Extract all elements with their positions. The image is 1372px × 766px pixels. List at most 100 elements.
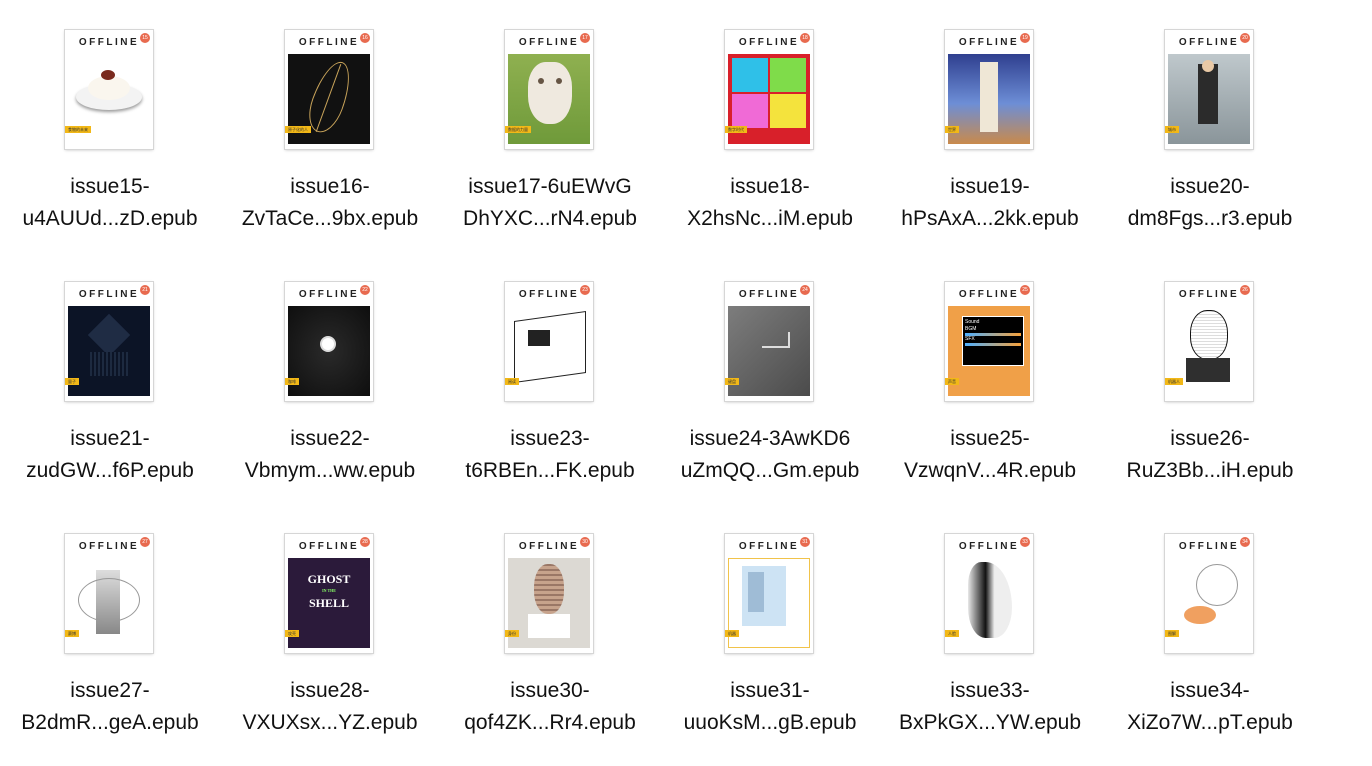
cover-tag: 身份 xyxy=(505,630,519,637)
shell-line2: IN THE xyxy=(322,588,336,593)
issue-number-badge: 31 xyxy=(800,537,810,547)
file-name-line2[interactable]: uuoKsM...gB.epub xyxy=(660,707,880,739)
cover-tag: 原子化的人 xyxy=(285,126,311,133)
file-item[interactable]: OFFLINE 28 GHOST IN THE SHELL 攻壳 issue28- VXUXs… xyxy=(220,504,440,756)
epub-thumbnail[interactable]: OFFLINE 15 食物的未来 xyxy=(65,30,153,149)
file-name-line1[interactable]: issue17-6uEWvG xyxy=(440,171,660,203)
epub-thumbnail[interactable]: OFFLINE 21 量子 xyxy=(65,282,153,401)
cover-art xyxy=(508,306,590,396)
issue-number-badge: 26 xyxy=(1240,285,1250,295)
file-item[interactable]: OFFLINE 16 原子化的人 issue16- ZvTaCe...9bx.epub xyxy=(220,0,440,252)
sound-title: Sound xyxy=(965,319,980,325)
file-name-line1[interactable]: issue31- xyxy=(660,675,880,707)
file-name-line2[interactable]: VXUXsx...YZ.epub xyxy=(220,707,440,739)
epub-thumbnail[interactable]: OFFLINE 33 人脸 xyxy=(945,534,1033,653)
file-item[interactable]: OFFLINE 26 机器人 issue26- RuZ3Bb...iH.epub xyxy=(1100,252,1320,504)
sound-bgm: BGM xyxy=(965,326,977,332)
epub-thumbnail[interactable]: OFFLINE 26 机器人 xyxy=(1165,282,1253,401)
epub-thumbnail[interactable]: OFFLINE 30 身份 xyxy=(505,534,593,653)
file-name-line2[interactable]: ZvTaCe...9bx.epub xyxy=(220,203,440,235)
file-item[interactable]: OFFLINE 30 身份 issue30- qof4ZK...Rr4.epub xyxy=(440,504,660,756)
issue-number-badge: 30 xyxy=(580,537,590,547)
file-name-line1[interactable]: issue33- xyxy=(880,675,1100,707)
shell-line1: GHOST xyxy=(307,572,351,586)
epub-thumbnail[interactable]: OFFLINE 22 咖啡 xyxy=(285,282,373,401)
file-item[interactable]: OFFLINE 15 食物的未来 issue15- u4AUUd...zD.epub xyxy=(0,0,220,252)
file-item[interactable]: OFFLINE 24 键盘 issue24-3AwKD6 uZmQQ...Gm.epub xyxy=(660,252,880,504)
epub-thumbnail[interactable]: OFFLINE 20 城市 xyxy=(1165,30,1253,149)
epub-thumbnail[interactable]: OFFLINE 19 世界 xyxy=(945,30,1033,149)
file-name-line2[interactable]: XiZo7W...pT.epub xyxy=(1100,707,1320,739)
cover-art xyxy=(1168,54,1250,144)
file-item[interactable]: OFFLINE 34 图解 issue34- XiZo7W...pT.epub xyxy=(1100,504,1320,756)
file-item[interactable]: OFFLINE 20 城市 issue20- dm8Fgs...r3.epub xyxy=(1100,0,1320,252)
cover-tag: 机器 xyxy=(725,630,739,637)
epub-thumbnail[interactable]: OFFLINE 25 Sound BGM SFX 声音 xyxy=(945,282,1033,401)
file-name-line2[interactable]: uZmQQ...Gm.epub xyxy=(660,455,880,487)
file-name-line2[interactable]: Vbmym...ww.epub xyxy=(220,455,440,487)
cover-art xyxy=(508,558,590,648)
file-item[interactable]: OFFLINE 31 机器 issue31- uuoKsM...gB.epub xyxy=(660,504,880,756)
issue-number-badge: 27 xyxy=(140,537,150,547)
file-name-line2[interactable]: u4AUUd...zD.epub xyxy=(0,203,220,235)
file-name-line1[interactable]: issue18- xyxy=(660,171,880,203)
epub-thumbnail[interactable]: OFFLINE 31 机器 xyxy=(725,534,813,653)
file-item[interactable]: OFFLINE 33 人脸 issue33- BxPkGX...YW.epub xyxy=(880,504,1100,756)
file-item[interactable]: OFFLINE 27 赛博 issue27- B2dmR...geA.epub xyxy=(0,504,220,756)
issue-number-badge: 33 xyxy=(1020,537,1030,547)
file-name-line2[interactable]: hPsAxA...2kk.epub xyxy=(880,203,1100,235)
file-name-line2[interactable]: qof4ZK...Rr4.epub xyxy=(440,707,660,739)
file-name-line1[interactable]: issue30- xyxy=(440,675,660,707)
epub-thumbnail[interactable]: OFFLINE 17 数据的力量 xyxy=(505,30,593,149)
cover-tag: 图解 xyxy=(1165,630,1179,637)
file-name-line2[interactable]: BxPkGX...YW.epub xyxy=(880,707,1100,739)
cover-art xyxy=(948,558,1030,648)
file-item[interactable]: OFFLINE 23 阅读 issue23- t6RBEn...FK.epub xyxy=(440,252,660,504)
file-item[interactable]: OFFLINE 18 数字时代 issue18- X2hsNc...iM.epub xyxy=(660,0,880,252)
file-name-line1[interactable]: issue27- xyxy=(0,675,220,707)
file-item[interactable]: OFFLINE 25 Sound BGM SFX 声音 issue25- VzwqnV...4… xyxy=(880,252,1100,504)
cover-tag: 咖啡 xyxy=(285,378,299,385)
file-name-line1[interactable]: issue34- xyxy=(1100,675,1320,707)
file-name-line1[interactable]: issue23- xyxy=(440,423,660,455)
file-item[interactable]: OFFLINE 17 数据的力量 issue17-6uEWvG DhYXC...rN4.… xyxy=(440,0,660,252)
file-name-line1[interactable]: issue20- xyxy=(1100,171,1320,203)
file-name-line1[interactable]: issue25- xyxy=(880,423,1100,455)
file-name-line1[interactable]: issue28- xyxy=(220,675,440,707)
file-name-line2[interactable]: dm8Fgs...r3.epub xyxy=(1100,203,1320,235)
file-name-line2[interactable]: RuZ3Bb...iH.epub xyxy=(1100,455,1320,487)
file-name-line1[interactable]: issue16- xyxy=(220,171,440,203)
file-item[interactable]: OFFLINE 21 量子 issue21- zudGW...f6P.epub xyxy=(0,252,220,504)
file-name-line1[interactable]: issue22- xyxy=(220,423,440,455)
epub-thumbnail[interactable]: OFFLINE 16 原子化的人 xyxy=(285,30,373,149)
epub-thumbnail[interactable]: OFFLINE 24 键盘 xyxy=(725,282,813,401)
cover-tag: 量子 xyxy=(65,378,79,385)
cover-tag: 机器人 xyxy=(1165,378,1183,385)
file-name-line1[interactable]: issue26- xyxy=(1100,423,1320,455)
issue-number-badge: 16 xyxy=(360,33,370,43)
file-name-line1[interactable]: issue24-3AwKD6 xyxy=(660,423,880,455)
issue-number-badge: 34 xyxy=(1240,537,1250,547)
file-name-line1[interactable]: issue21- xyxy=(0,423,220,455)
epub-thumbnail[interactable]: OFFLINE 27 赛博 xyxy=(65,534,153,653)
file-name-line2[interactable]: DhYXC...rN4.epub xyxy=(440,203,660,235)
epub-thumbnail[interactable]: OFFLINE 34 图解 xyxy=(1165,534,1253,653)
sound-sfx: SFX xyxy=(965,336,975,342)
file-name-line2[interactable]: B2dmR...geA.epub xyxy=(0,707,220,739)
issue-number-badge: 20 xyxy=(1240,33,1250,43)
epub-thumbnail[interactable]: OFFLINE 28 GHOST IN THE SHELL 攻壳 xyxy=(285,534,373,653)
file-name-line2[interactable]: X2hsNc...iM.epub xyxy=(660,203,880,235)
epub-thumbnail[interactable]: OFFLINE 23 阅读 xyxy=(505,282,593,401)
cover-tag: 攻壳 xyxy=(285,630,299,637)
file-name-line2[interactable]: VzwqnV...4R.epub xyxy=(880,455,1100,487)
file-name-line1[interactable]: issue15- xyxy=(0,171,220,203)
file-name-line2[interactable]: zudGW...f6P.epub xyxy=(0,455,220,487)
epub-thumbnail[interactable]: OFFLINE 18 数字时代 xyxy=(725,30,813,149)
file-item[interactable]: OFFLINE 22 咖啡 issue22- Vbmym...ww.epub xyxy=(220,252,440,504)
file-grid: OFFLINE 15 食物的未来 issue15- u4AUUd...zD.epub OF… xyxy=(0,0,1372,766)
cover-tag: 食物的未来 xyxy=(65,126,91,133)
file-name-line1[interactable]: issue19- xyxy=(880,171,1100,203)
file-name-line2[interactable]: t6RBEn...FK.epub xyxy=(440,455,660,487)
cover-art xyxy=(68,306,150,396)
file-item[interactable]: OFFLINE 19 世界 issue19- hPsAxA...2kk.epub xyxy=(880,0,1100,252)
